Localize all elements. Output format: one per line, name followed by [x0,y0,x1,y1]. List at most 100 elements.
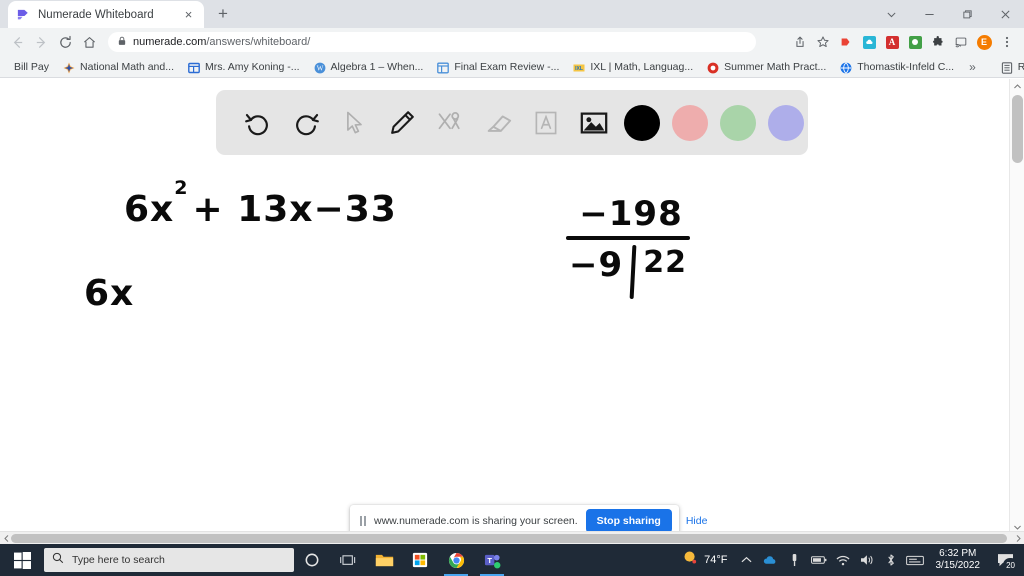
vertical-scrollbar-thumb[interactable] [1012,95,1023,163]
color-swatch-green[interactable] [714,99,762,147]
usb-device-icon[interactable] [784,544,806,576]
bookmark-national-math[interactable]: National Math and... [57,59,180,75]
stop-sharing-button[interactable]: Stop sharing [585,509,672,533]
bookmark-algebra-1[interactable]: W Algebra 1 – When... [308,59,430,75]
home-icon[interactable] [78,31,100,53]
tab-search-chevron-icon[interactable] [872,0,910,28]
bookmark-summer-math[interactable]: Summer Math Pract... [701,59,832,75]
microsoft-store-icon[interactable] [402,544,438,576]
extension-cloud-icon[interactable] [858,31,880,53]
onedrive-icon[interactable] [760,544,782,576]
cortana-icon[interactable] [294,544,330,576]
back-arrow-icon[interactable] [6,31,28,53]
wifi-icon[interactable] [832,544,854,576]
color-swatch-pink[interactable] [666,99,714,147]
bookmark-star-icon[interactable] [812,31,834,53]
tab-title: Numerade Whiteboard [38,8,154,21]
reading-list-label: Reading list [1017,60,1024,73]
extensions-puzzle-icon[interactable] [927,31,949,53]
maximize-button[interactable] [948,0,986,28]
windows-taskbar: Type here to search T 74°F 6:32 PM 3/15/… [0,544,1024,576]
whiteboard-canvas[interactable]: 6x2+ 13x−33 6x −198 −9 22 www.numerade.c… [0,79,1024,534]
color-swatch-black[interactable] [618,99,666,147]
clock-date: 3/15/2022 [935,560,981,571]
search-icon [52,551,64,569]
ink-vertical-bar [629,244,637,300]
chrome-menu-icon[interactable] [996,31,1018,53]
redo-icon[interactable] [282,99,330,147]
bookmark-label: Bill Pay [14,60,50,73]
keyboard-icon[interactable] [904,544,926,576]
tab-numerade-whiteboard[interactable]: Numerade Whiteboard × [8,1,204,28]
vertical-scrollbar[interactable] [1009,79,1024,534]
lock-icon [117,33,127,51]
address-bar[interactable]: numerade.com/answers/whiteboard/ [108,32,756,52]
task-view-icon[interactable] [330,544,366,576]
cursor-select-icon[interactable] [330,99,378,147]
share-icon[interactable] [789,31,811,53]
text-icon[interactable] [522,99,570,147]
globe-red-icon [707,61,719,73]
bookmark-label: Final Exam Review -... [454,60,560,73]
globe-blue-icon [840,61,852,74]
bookmark-label: Mrs. Amy Koning -... [205,60,300,73]
horizontal-scrollbar[interactable] [0,531,1024,544]
tab-close-icon[interactable]: × [181,7,196,22]
clock-time: 6:32 PM [939,548,977,559]
undo-icon[interactable] [234,99,282,147]
taskbar-search-input[interactable]: Type here to search [44,548,294,572]
search-placeholder: Type here to search [72,554,165,566]
show-hidden-icons-chevron-icon[interactable] [736,544,758,576]
bookmarks-overflow-button[interactable]: » [962,58,983,76]
address-bar-url: numerade.com/answers/whiteboard/ [133,36,311,48]
bookmark-label: Thomastik-Infeld C... [857,60,955,73]
windows-start-icon[interactable] [0,544,44,576]
forward-arrow-icon[interactable] [30,31,52,53]
bookmark-ixl[interactable]: IXL IXL | Math, Languag... [567,59,699,75]
navigation-bar: numerade.com/answers/whiteboard/ A E [0,28,1024,56]
volume-icon[interactable] [856,544,878,576]
pause-icon[interactable] [360,516,366,526]
hide-button[interactable]: Hide [680,511,714,531]
scroll-up-icon[interactable] [1010,79,1024,93]
bookmark-bill-pay[interactable]: Bill Pay [8,59,55,75]
extension-green-icon[interactable] [904,31,926,53]
action-center-icon[interactable]: 20 [990,544,1020,576]
ink-divider-line [566,236,690,240]
weather-widget[interactable]: 74°F [677,550,733,570]
extension-numerade-icon[interactable] [835,31,857,53]
cast-icon[interactable] [950,31,972,53]
screen-share-bar: www.numerade.com is sharing your screen.… [350,505,707,534]
bluetooth-icon[interactable] [880,544,902,576]
horizontal-scrollbar-thumb[interactable] [11,534,1007,543]
close-button[interactable] [986,0,1024,28]
bookmark-final-exam-review[interactable]: Final Exam Review -... [431,59,565,75]
reload-icon[interactable] [54,31,76,53]
wordpress-icon: W [314,61,326,73]
google-chrome-icon[interactable] [438,544,474,576]
window-icon [437,61,450,73]
bookmarks-bar: Bill Pay National Math and... Mrs. Amy K… [0,56,1024,78]
ink-factor-diagram: −198 −9 22 [548,194,708,300]
pencil-icon[interactable] [378,99,426,147]
minimize-button[interactable] [910,0,948,28]
microsoft-teams-icon[interactable]: T [474,544,510,576]
reading-list-button[interactable]: Reading list [995,59,1024,75]
tools-icon[interactable] [426,99,474,147]
notification-count: 20 [1003,558,1018,572]
browser-toolbar-icons: A E [789,31,1018,53]
adobe-acrobat-icon[interactable]: A [881,31,903,53]
file-explorer-icon[interactable] [366,544,402,576]
new-tab-button[interactable]: + [210,1,236,27]
battery-icon[interactable] [808,544,830,576]
profile-avatar-icon[interactable]: E [973,31,995,53]
color-swatch-purple[interactable] [762,99,810,147]
image-icon[interactable] [570,99,618,147]
ink-partial-factor: 6x [84,273,135,314]
taskbar-clock[interactable]: 6:32 PM 3/15/2022 [928,548,989,572]
ixl-icon: IXL [573,61,585,73]
bookmark-mrs-amy-koning[interactable]: Mrs. Amy Koning -... [182,59,306,75]
bookmark-thomastik-infeld[interactable]: Thomastik-Infeld C... [834,59,960,75]
star-burst-icon [63,61,75,73]
eraser-icon[interactable] [474,99,522,147]
